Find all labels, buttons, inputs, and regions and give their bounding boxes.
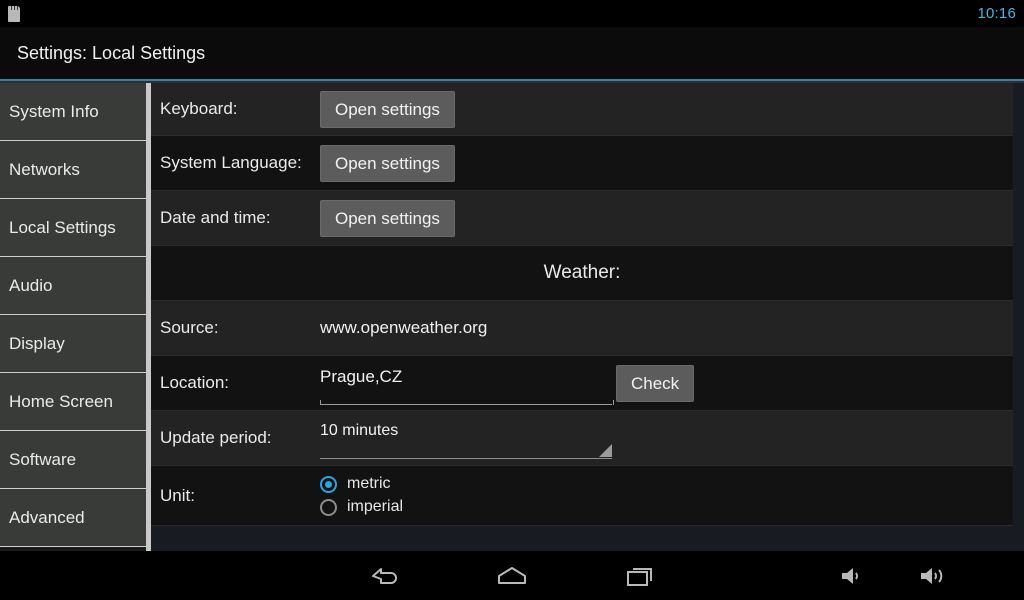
- nav-recents-button[interactable]: [608, 551, 672, 600]
- body-container: System Info Networks Local Settings Audi…: [0, 83, 1024, 551]
- title-bar: Settings: Local Settings: [0, 27, 1024, 79]
- android-settings-screen: 10:16 Settings: Local Settings System In…: [0, 0, 1024, 600]
- unit-option-label: imperial: [347, 498, 404, 515]
- sidebar-item-label: Display: [9, 333, 65, 353]
- sidebar-item-display[interactable]: Display: [0, 315, 146, 373]
- title-accent-rule: [0, 79, 1024, 81]
- row-source: Source: www.openweather.org: [151, 301, 1013, 356]
- update-period-spinner[interactable]: 10 minutes: [320, 417, 612, 459]
- unit-option-label: metric: [347, 475, 391, 492]
- sidebar-item-system-info[interactable]: System Info: [0, 83, 146, 141]
- sidebar-item-networks[interactable]: Networks: [0, 141, 146, 199]
- system-language-open-settings-button[interactable]: Open settings: [320, 144, 455, 182]
- sidebar-item-local-settings[interactable]: Local Settings: [0, 199, 146, 257]
- sidebar-item-label: Local Settings: [9, 217, 116, 237]
- sidebar-item-advanced[interactable]: Advanced: [0, 489, 146, 547]
- update-period-label: Update period:: [160, 428, 272, 447]
- source-value: www.openweather.org: [320, 318, 488, 337]
- page-title: Settings: Local Settings: [17, 42, 206, 63]
- volume-up-icon: [918, 564, 950, 588]
- sidebar-item-label: Advanced: [9, 507, 85, 527]
- home-icon: [494, 563, 530, 589]
- update-period-value: 10 minutes: [320, 422, 399, 439]
- date-and-time-open-settings-button[interactable]: Open settings: [320, 199, 455, 237]
- weather-section-title: Weather:: [543, 262, 621, 283]
- nav-back-button[interactable]: [352, 551, 416, 600]
- sidebar-item-label: Home Screen: [9, 391, 113, 411]
- system-language-label: System Language:: [160, 153, 302, 172]
- sdcard-icon: [8, 5, 20, 22]
- sidebar-item-audio[interactable]: Audio: [0, 257, 146, 315]
- sidebar-item-label: Audio: [9, 275, 53, 295]
- source-label: Source:: [160, 318, 219, 337]
- sidebar-item-label: System Info: [9, 101, 99, 121]
- location-input[interactable]: Prague,CZ: [320, 361, 614, 405]
- back-arrow-icon: [367, 563, 401, 589]
- recent-apps-icon: [624, 563, 656, 589]
- sidebar-item-label: Software: [9, 449, 77, 469]
- chevron-down-icon: [599, 444, 612, 457]
- sidebar-item-home-screen[interactable]: Home Screen: [0, 373, 146, 431]
- location-input-value: Prague,CZ: [320, 367, 403, 386]
- sidebar-item-label: Networks: [9, 159, 80, 179]
- radio-unselected-icon[interactable]: [320, 498, 337, 516]
- row-system-language: System Language: Open settings: [151, 136, 1013, 191]
- radio-selected-icon[interactable]: [320, 475, 337, 493]
- location-check-button[interactable]: Check: [616, 364, 695, 402]
- location-label: Location:: [160, 373, 229, 392]
- row-update-period: Update period: 10 minutes: [151, 411, 1013, 466]
- unit-option-metric[interactable]: metric: [320, 475, 403, 493]
- sidebar: System Info Networks Local Settings Audi…: [0, 83, 151, 551]
- settings-content: Keyboard: Open settings System Language:…: [151, 83, 1024, 551]
- row-unit: Unit: metric imperial: [151, 466, 1013, 526]
- volume-down-icon: [838, 564, 866, 588]
- date-and-time-label: Date and time:: [160, 208, 271, 227]
- row-location: Location: Prague,CZ Check: [151, 356, 1013, 411]
- keyboard-label: Keyboard:: [160, 99, 238, 118]
- status-bar-clock: 10:16: [977, 5, 1016, 22]
- status-bar-icons: [8, 5, 20, 22]
- nav-volume-down-button[interactable]: [820, 551, 884, 600]
- row-weather-header: Weather:: [151, 246, 1013, 301]
- navigation-bar: [0, 551, 1024, 600]
- unit-label: Unit:: [160, 485, 195, 505]
- nav-volume-up-button[interactable]: [902, 551, 966, 600]
- keyboard-open-settings-button[interactable]: Open settings: [320, 90, 455, 128]
- row-date-and-time: Date and time: Open settings: [151, 191, 1013, 246]
- row-keyboard: Keyboard: Open settings: [151, 83, 1013, 136]
- unit-option-imperial[interactable]: imperial: [320, 498, 403, 516]
- nav-home-button[interactable]: [480, 551, 544, 600]
- sidebar-item-software[interactable]: Software: [0, 431, 146, 489]
- unit-radio-group: metric imperial: [320, 469, 403, 522]
- status-bar: 10:16: [0, 0, 1024, 27]
